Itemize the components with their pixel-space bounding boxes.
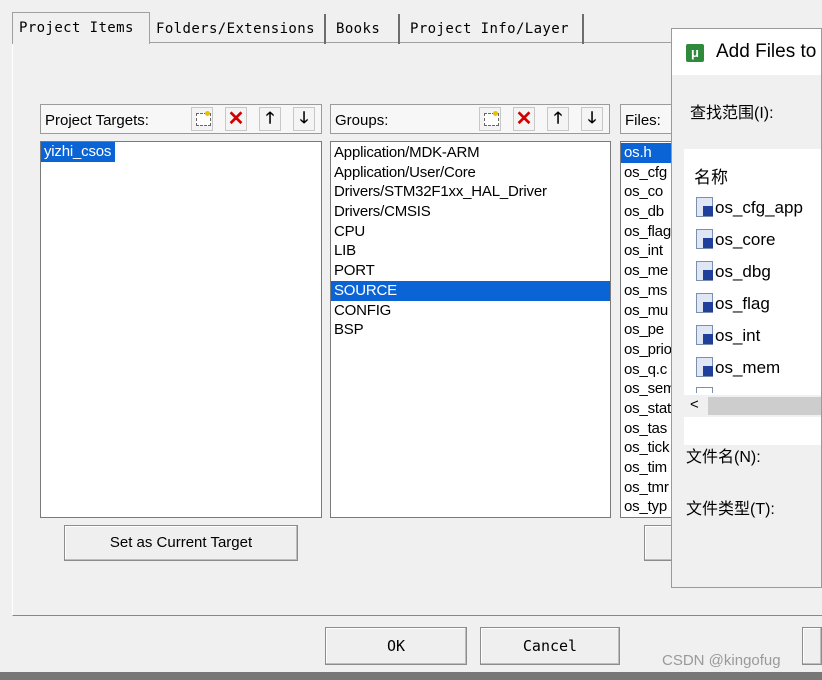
file-name: os_int (715, 326, 761, 345)
list-item[interactable]: PORT (331, 261, 610, 281)
tab-books[interactable]: Books (330, 14, 400, 44)
look-in-label: 查找范围(I): (690, 105, 774, 122)
list-item[interactable]: os_mem (696, 357, 780, 381)
list-item[interactable]: yizhi_csos (41, 142, 116, 162)
tab-label: Folders/Extensions (156, 21, 315, 37)
c-file-icon (696, 197, 713, 217)
name-column-header[interactable]: 名称 (694, 163, 728, 188)
horizontal-scrollbar[interactable]: < (684, 395, 821, 417)
list-item[interactable]: os_flag (696, 293, 770, 317)
file-name: os_mem (715, 358, 781, 377)
add-files-dialog: μ Add Files to 查找范围(I): 名称 os_cfg_app os… (671, 28, 822, 588)
c-file-icon (696, 293, 713, 313)
list-item[interactable]: Drivers/CMSIS (331, 202, 610, 222)
c-file-icon (696, 325, 713, 345)
tab-folders-extensions[interactable]: Folders/Extensions (150, 14, 326, 44)
list-item[interactable]: os_cfg_app (696, 197, 803, 221)
tab-project-info-layer[interactable]: Project Info/Layer (404, 14, 584, 44)
list-item[interactable]: Application/MDK-ARM (331, 143, 610, 163)
list-item[interactable]: Drivers/STM32F1xx_HAL_Driver (331, 182, 610, 202)
scroll-left-icon[interactable]: < (690, 396, 699, 413)
filetype-label: 文件类型(T): (686, 501, 775, 518)
files-label: Files: (625, 112, 661, 129)
ok-button[interactable]: OK (325, 627, 467, 665)
delete-group-button[interactable]: ✕ (513, 107, 535, 131)
list-item[interactable]: CONFIG (331, 301, 610, 321)
scrollbar-thumb[interactable] (708, 397, 821, 415)
delete-icon: ✕ (515, 108, 533, 130)
c-file-icon (696, 229, 713, 249)
move-target-up-button[interactable]: 🡑 (259, 107, 281, 131)
move-group-up-button[interactable]: 🡑 (547, 107, 569, 131)
cancel-button[interactable]: Cancel (480, 627, 620, 665)
list-item[interactable]: os_int (696, 325, 760, 349)
file-name: os_core (715, 230, 776, 249)
list-item[interactable]: Application/User/Core (331, 163, 610, 183)
file-name: os_dbg (715, 262, 771, 281)
list-item[interactable]: SOURCE (331, 280, 610, 301)
targets-list[interactable]: yizhi_csos (40, 141, 322, 518)
list-item[interactable]: BSP (331, 320, 610, 340)
targets-label: Project Targets: (45, 112, 149, 129)
c-file-icon (696, 261, 713, 281)
move-group-down-button[interactable]: 🡓 (581, 107, 603, 131)
button-label: OK (386, 637, 406, 655)
list-item[interactable]: LIB (331, 241, 610, 261)
bottom-strip (0, 672, 822, 680)
list-item[interactable]: CPU (331, 222, 610, 242)
groups-header: Groups: ✕ 🡑 🡓 (330, 104, 610, 134)
file-name: os_flag (715, 294, 770, 313)
tab-label: Project Info/Layer (410, 21, 569, 37)
list-item[interactable]: os_dbg (696, 261, 771, 285)
file-name: os_cfg_app (715, 198, 803, 217)
help-button[interactable] (802, 627, 822, 665)
filename-label: 文件名(N): (686, 449, 761, 466)
c-file-icon (696, 357, 713, 377)
new-target-button[interactable] (191, 107, 213, 131)
button-label: Set as Current Target (109, 534, 253, 551)
app-icon: μ (686, 44, 704, 62)
button-label: Cancel (522, 637, 578, 655)
set-current-target-button[interactable]: Set as Current Target (64, 525, 298, 561)
delete-target-button[interactable]: ✕ (225, 107, 247, 131)
arrow-down-icon: 🡓 (299, 110, 309, 127)
dialog-body: 查找范围(I): 名称 os_cfg_app os_core os_dbg os… (672, 75, 821, 587)
tab-label: Books (336, 21, 381, 37)
file-icon-partial (696, 387, 713, 393)
list-item[interactable]: os_core (696, 229, 775, 253)
arrow-up-icon: 🡑 (553, 110, 563, 127)
dialog-titlebar[interactable]: μ Add Files to (672, 29, 821, 75)
groups-list[interactable]: Application/MDK-ARM Application/User/Cor… (330, 141, 611, 518)
groups-label: Groups: (335, 112, 389, 129)
dialog-title: Add Files to (716, 41, 817, 62)
arrow-down-icon: 🡓 (587, 110, 597, 127)
tab-project-items[interactable]: Project Items (12, 12, 150, 44)
delete-icon: ✕ (227, 108, 245, 130)
move-target-down-button[interactable]: 🡓 (293, 107, 315, 131)
new-group-button[interactable] (479, 107, 501, 131)
arrow-up-icon: 🡑 (265, 110, 275, 127)
tab-label: Project Items (19, 20, 134, 36)
targets-header: Project Targets: ✕ 🡑 🡓 (40, 104, 322, 134)
watermark: CSDN @kingofug (662, 652, 781, 669)
